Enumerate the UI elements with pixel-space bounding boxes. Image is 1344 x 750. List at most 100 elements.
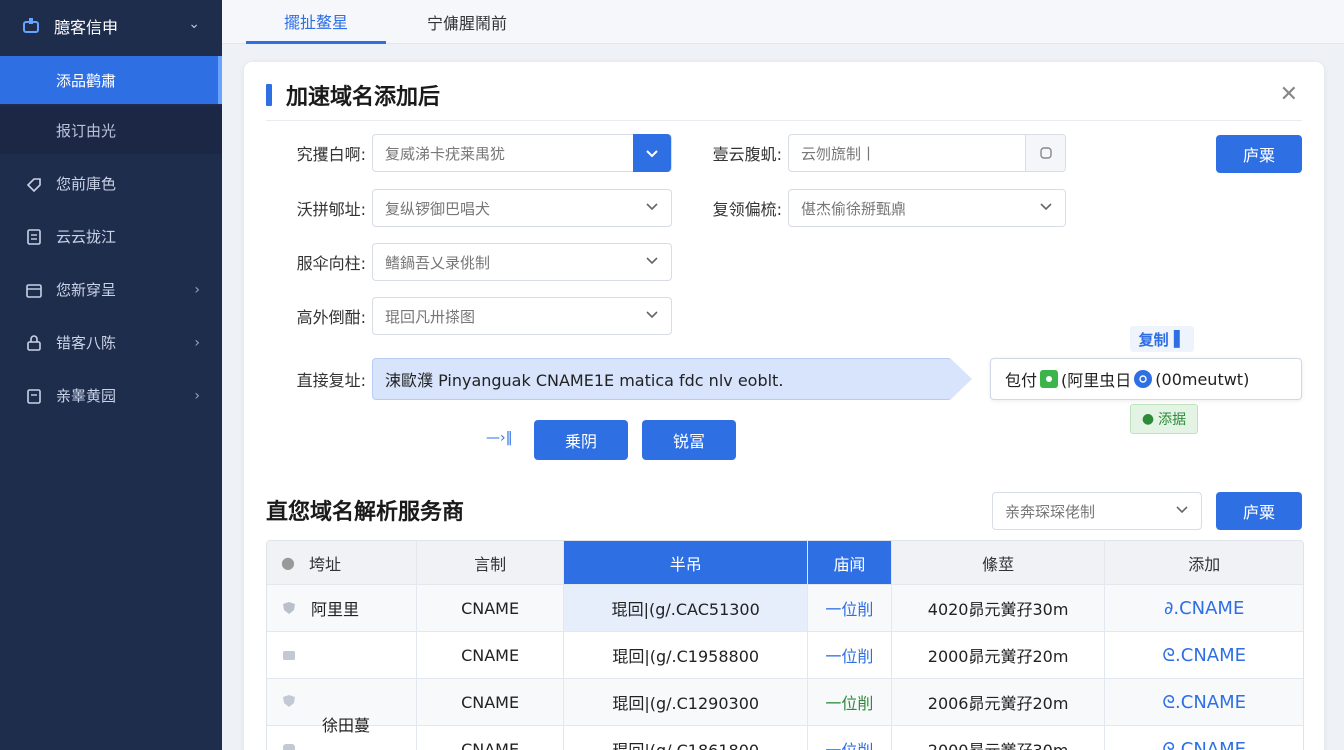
divider — [266, 120, 1302, 121]
select-field-1[interactable]: 复威涕卡疣莱禺犹 — [372, 134, 672, 172]
sidebar-subitem[interactable]: 报订由光 — [0, 106, 222, 154]
chat-icon — [281, 741, 297, 750]
search-button[interactable]: 庐粟 — [1216, 135, 1302, 173]
add-button[interactable]: ● 添据 — [1130, 404, 1198, 434]
desc-cell: 2006昴元黉孖20m — [892, 679, 1106, 725]
header-cell[interactable]: ● 垮址 — [267, 541, 417, 584]
value-cell: 琨回|(g/.C1958800 — [564, 632, 808, 678]
type-cell: CNAME — [417, 585, 565, 631]
dashboard-icon — [22, 16, 42, 36]
field-label: 服伞向柱: — [296, 254, 366, 273]
value-cell: 琨回|(g/.C1290300 — [564, 679, 808, 725]
clipboard-icon — [24, 386, 44, 406]
sidebar-item-label: 云云拢江 — [56, 228, 117, 246]
select-value: 琨回凡卅搽图 — [385, 307, 476, 326]
chevron-right-icon: › — [194, 387, 200, 404]
field-label: 复领偏梳: — [712, 200, 782, 219]
header-cell[interactable]: 絛莖 — [892, 541, 1106, 584]
chevron-right-icon: › — [194, 281, 200, 298]
sidebar-item-1[interactable]: 您前庫色 — [0, 157, 222, 210]
provider-select[interactable]: 亲奔琛琛佬制 — [992, 492, 1202, 530]
copy-label: 复制 — [1138, 330, 1169, 349]
action-button-1[interactable]: 乗阴 — [534, 420, 628, 460]
user-icon: ● — [281, 553, 295, 572]
section-title: 直您域名解析服务商 — [266, 500, 465, 525]
select-value: 亲奔琛琛佬制 — [1005, 502, 1096, 521]
sidebar-item-5[interactable]: 亲睾黄园 › — [0, 369, 222, 422]
value-cell: 琨回|(g/.CAC51300 — [564, 585, 808, 631]
header-cell[interactable]: 言制 — [417, 541, 565, 584]
field-label: 沃拼郇址: — [296, 200, 366, 219]
add-label: 添据 — [1158, 412, 1187, 428]
chevron-down-icon — [645, 307, 659, 321]
table-row[interactable]: CNAME 琨回|(g/.C1958800 一位削 2000昴元黉孖20m ᘓ.… — [267, 632, 1303, 679]
select-field-3[interactable]: 鳍鍋吾乂录佻制 — [372, 243, 672, 281]
sidebar-item-2[interactable]: 云云拢江 — [0, 210, 222, 263]
header-label: 垮址 — [308, 554, 341, 574]
dialog-title: 加速域名添加后 — [266, 80, 440, 110]
add-link[interactable]: CNAME — [1179, 598, 1244, 619]
copy-button[interactable]: 复制 ▌ — [1130, 326, 1194, 352]
sidebar-item-label: 错客八陈 — [56, 334, 117, 352]
link-icon: ᘓ. — [1162, 644, 1181, 666]
provider-table: ● 垮址 言制 半吊 庙闻 絛莖 添加 阿里里 CNAME 琨回|(g/.CAC5… — [266, 540, 1304, 750]
header-cell[interactable]: 添加 — [1105, 541, 1303, 584]
chevron-down-icon — [645, 199, 659, 213]
select-value: 鳍鍋吾乂录佻制 — [385, 253, 491, 272]
sidebar-group-label: 臆客信申 — [54, 18, 119, 37]
header-cell-highlight[interactable]: 半吊 — [564, 541, 808, 584]
user-icon: ● — [1141, 411, 1155, 427]
table-row[interactable]: CNAME 琨回|(g/.C1290300 一位削 2006昴元黉孖20m ᘓ.… — [267, 679, 1303, 726]
sidebar-subitem-active[interactable]: 添品鹳肅 — [0, 56, 222, 104]
add-cell[interactable]: ᘓ. CNAME — [1105, 632, 1303, 678]
select-value: 复纵锣御巴唱犬 — [385, 199, 491, 218]
chevron-down-icon — [1039, 199, 1053, 213]
ttl-cell: 一位削 — [808, 726, 892, 750]
table-row[interactable]: CNAME 琨回|(g/.C1861800 一位削 2000昴元黉孖30m ᘓ.… — [267, 726, 1303, 750]
sidebar-item-label: 亲睾黄园 — [56, 387, 117, 405]
tab-inactive[interactable]: 宁傭腥鬧前 — [402, 0, 532, 44]
sidebar-item-4[interactable]: 错客八陈 › — [0, 316, 222, 369]
sidebar-item-3[interactable]: 您新穿呈 › — [0, 263, 222, 316]
desc-cell: 4020昴元黉孖30m — [892, 585, 1106, 631]
add-cell[interactable]: ᘓ. CNAME — [1105, 726, 1303, 750]
select-field-5[interactable]: 偡杰偷徐掰甄鼑 — [788, 189, 1066, 227]
chevron-down-icon — [645, 253, 659, 267]
sidebar: 臆客信申 ⌄ 添品鹳肅 报订由光 您前庫色 云云拢江 您新穿呈 › 错客八陈 ›… — [0, 0, 222, 750]
close-icon[interactable]: ✕ — [1280, 82, 1298, 107]
select-value: 偡杰偷徐掰甄鼑 — [801, 199, 907, 218]
tab-bar: 擺扯鳌星 宁傭腥鬧前 — [222, 0, 1344, 44]
add-cell[interactable]: ∂. CNAME — [1105, 585, 1303, 631]
action-button-2[interactable]: 锐冨 — [642, 420, 736, 460]
chevron-down-icon: ⌄ — [188, 16, 200, 32]
sidebar-group-header[interactable]: 臆客信申 ⌄ — [0, 0, 222, 52]
add-link[interactable]: CNAME — [1181, 645, 1246, 666]
name-cell — [267, 632, 417, 678]
ttl-cell: 一位削 — [808, 585, 892, 631]
search-input[interactable]: 云刎旒制丨 — [788, 134, 1066, 172]
cname-text: 涑歐濮 Pinyanguak CNAME1E matica fdc nlv eo… — [385, 371, 784, 390]
merged-name-text: 徐田蔓 — [322, 716, 371, 735]
sidebar-subitem-label: 添品鹳肅 — [56, 71, 117, 90]
tab-active[interactable]: 擺扯鳌星 — [246, 0, 386, 44]
add-link[interactable]: CNAME — [1181, 692, 1246, 713]
chevron-down-icon[interactable] — [633, 134, 671, 172]
cname-input[interactable]: 涑歐濮 Pinyanguak CNAME1E matica fdc nlv eo… — [372, 358, 952, 400]
lock-icon — [24, 333, 44, 353]
header-cell-highlight[interactable]: 庙闻 — [807, 541, 892, 584]
table-row[interactable]: 阿里里 CNAME 琨回|(g/.CAC51300 一位削 4020昴元黉孖30… — [267, 585, 1303, 632]
select-field-2[interactable]: 复纵锣御巴唱犬 — [372, 189, 672, 227]
add-cell[interactable]: ᘓ. CNAME — [1105, 679, 1303, 725]
field-label: 究攫白啊: — [296, 145, 366, 164]
add-link[interactable]: CNAME — [1181, 739, 1246, 750]
sidebar-subitem-label: 报订由光 — [56, 121, 117, 140]
result-prefix: 包付 — [1005, 371, 1038, 390]
shield-icon — [281, 693, 297, 709]
name-cell: 阿里里 — [267, 585, 417, 631]
document-icon — [24, 227, 44, 247]
ttl-cell: 一位削 — [808, 632, 892, 678]
search-icon[interactable] — [1025, 135, 1065, 171]
select-field-4[interactable]: 琨回凡卅搽图 — [372, 297, 672, 335]
type-cell: CNAME — [417, 632, 565, 678]
provider-search-button[interactable]: 庐粟 — [1216, 492, 1302, 530]
